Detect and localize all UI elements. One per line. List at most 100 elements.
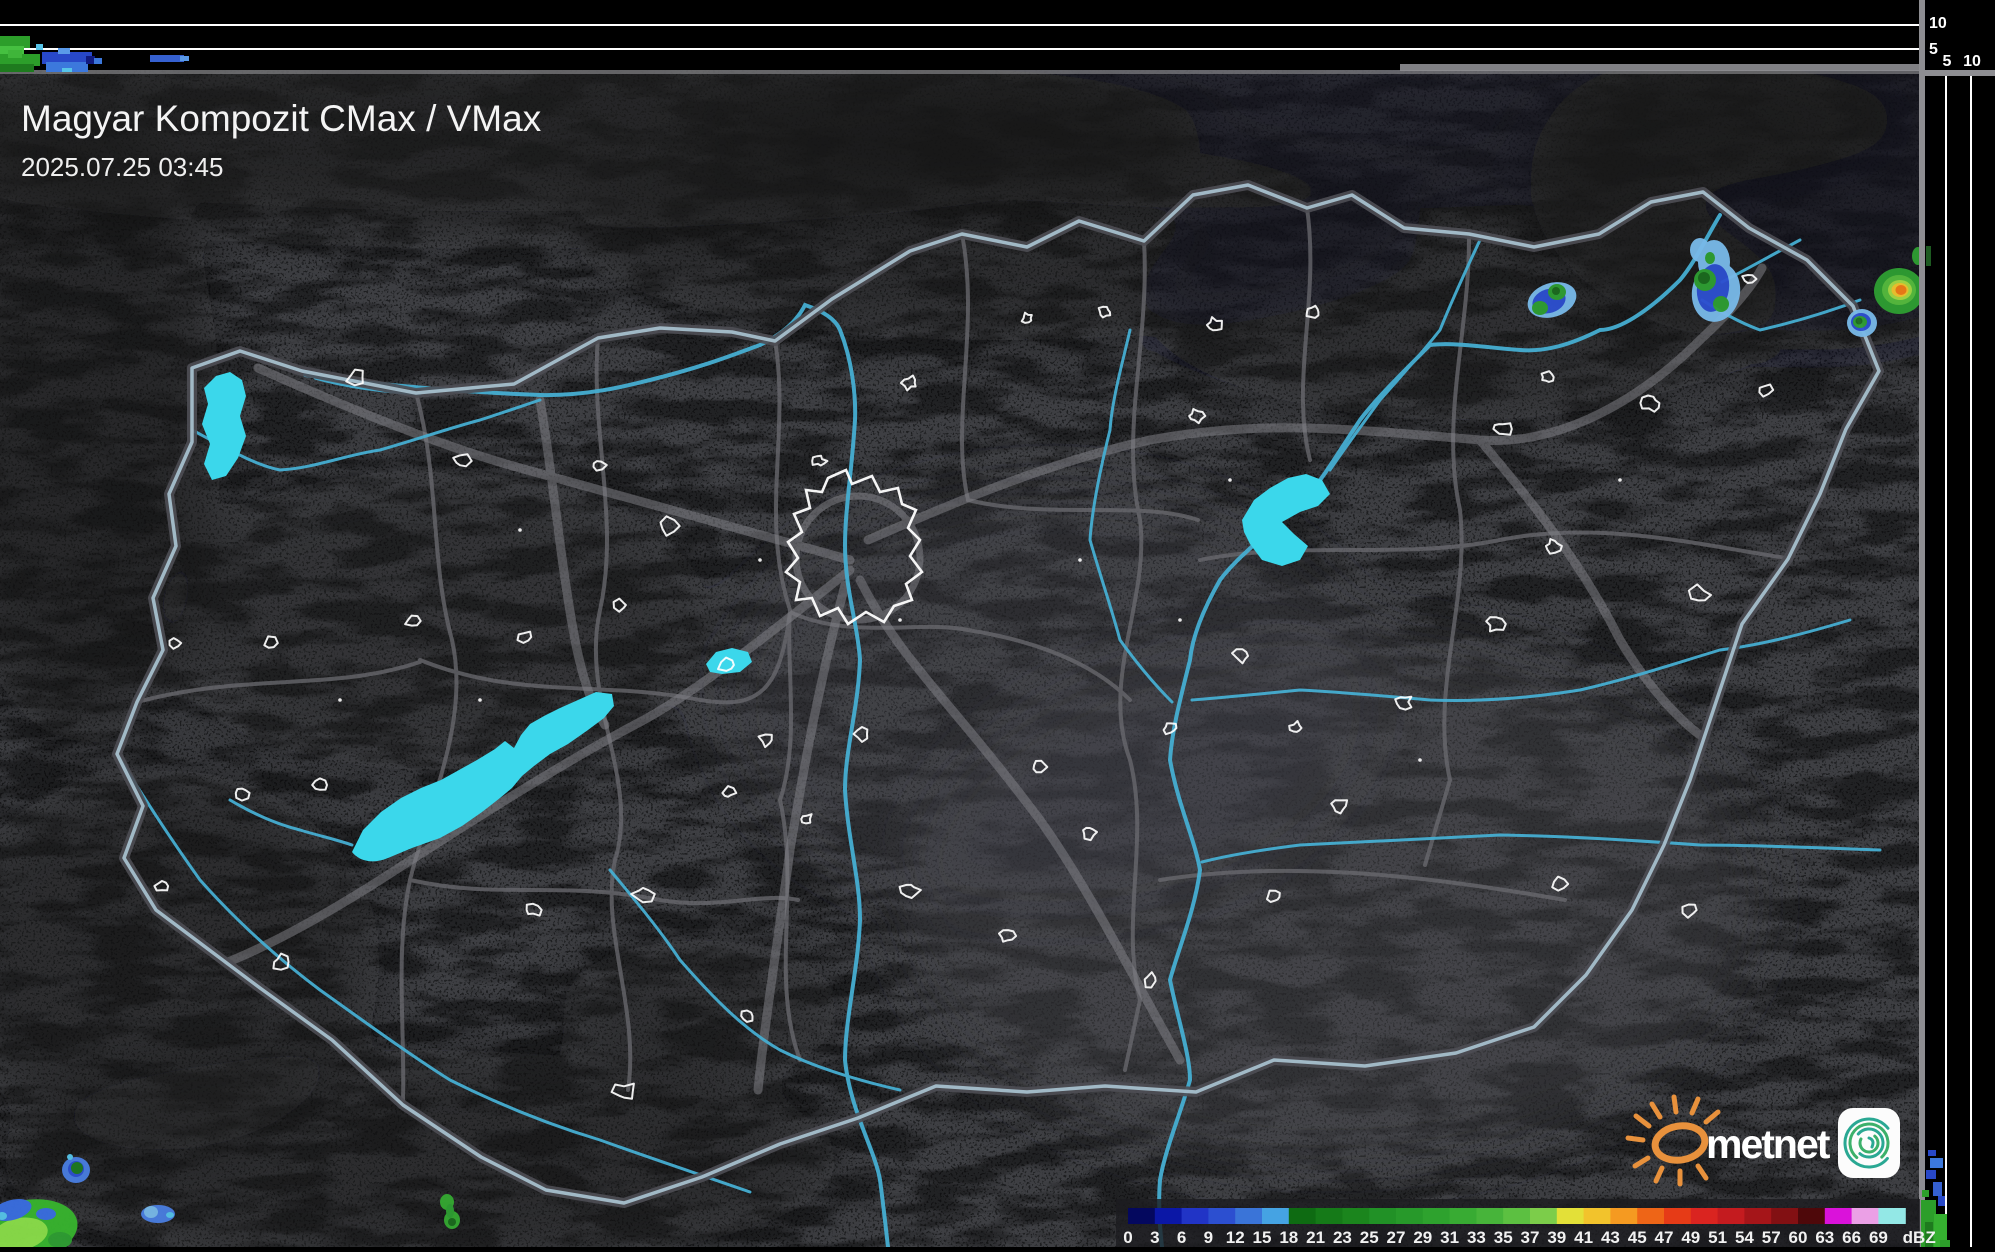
colorbar-label: 63 bbox=[1815, 1228, 1834, 1247]
colorbar-swatch bbox=[1878, 1208, 1906, 1224]
colorbar-swatch bbox=[1315, 1208, 1343, 1224]
colorbar-label: 37 bbox=[1521, 1228, 1540, 1247]
colorbar-label: 15 bbox=[1253, 1228, 1272, 1247]
profile-echo-pixel bbox=[8, 50, 22, 58]
colorbar-swatch bbox=[1717, 1208, 1745, 1224]
echo-shape bbox=[1532, 301, 1548, 315]
echo-shape bbox=[36, 1208, 56, 1220]
colorbar-label: 49 bbox=[1681, 1228, 1700, 1247]
colorbar-swatch bbox=[1342, 1208, 1370, 1224]
profile-echo-pixel bbox=[94, 58, 102, 64]
profile-echo-pixel bbox=[0, 64, 34, 72]
colorbar-swatch bbox=[1262, 1208, 1290, 1224]
colorbar-swatch bbox=[1664, 1208, 1692, 1224]
colorbar-swatch bbox=[1449, 1208, 1477, 1224]
profile-echo-pixel bbox=[150, 55, 184, 62]
colorbar-label: 35 bbox=[1494, 1228, 1513, 1247]
echo-shape bbox=[1895, 285, 1907, 295]
colorbar-swatch bbox=[1503, 1208, 1531, 1224]
colorbar-swatch bbox=[1690, 1208, 1719, 1224]
top-axis-label-5: 5 bbox=[1929, 41, 1938, 58]
colorbar-swatch bbox=[1208, 1208, 1236, 1224]
echo-shape bbox=[144, 1206, 158, 1218]
right-axis-label-5: 5 bbox=[1943, 53, 1952, 70]
colorbar-label: 3 bbox=[1150, 1228, 1159, 1247]
echo-sw-cell-3 bbox=[141, 1205, 175, 1223]
town-dot bbox=[1228, 478, 1232, 482]
profile-echo-pixel bbox=[1926, 246, 1931, 266]
colorbar-label: 57 bbox=[1762, 1228, 1781, 1247]
colorbar-swatch bbox=[1181, 1208, 1209, 1224]
colorbar-panel: 0 3 6 9 12 15 18 21 23 25 27 29 31 33 35 37 39 41 43 45 47 49… bbox=[1116, 1199, 1936, 1247]
colorbar-swatch bbox=[1824, 1208, 1853, 1224]
profile-echo-pixel bbox=[1928, 1150, 1936, 1156]
town-dot bbox=[518, 528, 522, 532]
colorbar-swatch bbox=[1128, 1208, 1156, 1224]
right-profile-panel bbox=[1925, 0, 1995, 1247]
profile-echo-pixel bbox=[1938, 1196, 1945, 1206]
echo-shape bbox=[1705, 252, 1715, 264]
colorbar-swatch bbox=[1288, 1208, 1317, 1224]
radar-map-canvas: 10 5 5 10 Magyar Kompozit CMax / VMax 20… bbox=[0, 0, 1995, 1247]
colorbar-swatch bbox=[1744, 1208, 1772, 1224]
colorbar-swatch bbox=[1530, 1208, 1558, 1224]
profile-echo-pixel bbox=[86, 56, 95, 64]
echo-shape bbox=[1552, 287, 1560, 295]
colorbar-swatch bbox=[1798, 1208, 1826, 1224]
colorbar-swatch bbox=[1369, 1208, 1397, 1224]
colorbar-unit: dBZ bbox=[1903, 1228, 1936, 1247]
colorbar-label: 21 bbox=[1306, 1228, 1325, 1247]
radar-composite-screen: 10 5 5 10 Magyar Kompozit CMax / VMax 20… bbox=[0, 0, 1995, 1247]
colorbar-label: 47 bbox=[1655, 1228, 1674, 1247]
echo-shape bbox=[67, 1154, 73, 1160]
top-panel-baseline bbox=[1400, 64, 1920, 71]
town-dot bbox=[1418, 758, 1422, 762]
town-dot bbox=[478, 698, 482, 702]
colorbar-swatch bbox=[1235, 1208, 1263, 1224]
colorbar-swatch bbox=[1771, 1208, 1799, 1224]
logo-text: metnet bbox=[1706, 1121, 1831, 1167]
colorbar-label: 25 bbox=[1360, 1228, 1379, 1247]
colorbar-label: 69 bbox=[1869, 1228, 1888, 1247]
echo-shape bbox=[1713, 296, 1729, 312]
timestamp: 2025.07.25 03:45 bbox=[21, 152, 223, 182]
page-title: Magyar Kompozit CMax / VMax bbox=[21, 98, 542, 139]
colorbar-label: 0 bbox=[1123, 1228, 1132, 1247]
colorbar-swatch bbox=[1610, 1208, 1638, 1224]
colorbar-label: 66 bbox=[1842, 1228, 1861, 1247]
colorbar-swatch bbox=[1637, 1208, 1665, 1224]
colorbar-label: 45 bbox=[1628, 1228, 1647, 1247]
town-dot bbox=[1078, 558, 1082, 562]
echo-east-strong-cell bbox=[1874, 268, 1920, 314]
top-axis-label-10: 10 bbox=[1929, 15, 1947, 32]
echo-shape bbox=[166, 1212, 174, 1218]
colorbar-swatch bbox=[1154, 1208, 1183, 1224]
town-dot bbox=[758, 558, 762, 562]
echo-shape bbox=[1698, 272, 1710, 284]
profile-echo-pixel bbox=[62, 68, 72, 72]
colorbar-label: 60 bbox=[1789, 1228, 1808, 1247]
profile-echo-pixel bbox=[180, 56, 189, 61]
colorbar-label: 54 bbox=[1735, 1228, 1754, 1247]
colorbar-label: 23 bbox=[1333, 1228, 1352, 1247]
corner-baseline bbox=[1925, 70, 1995, 76]
echo-shape bbox=[446, 1204, 454, 1218]
town-dot bbox=[1178, 618, 1182, 622]
colorbar-swatch bbox=[1422, 1208, 1451, 1224]
colorbar-label: 18 bbox=[1279, 1228, 1298, 1247]
panel-separator bbox=[1919, 0, 1925, 1247]
profile-echo-pixel bbox=[1940, 1240, 1950, 1247]
colorbar-swatch bbox=[1476, 1208, 1504, 1224]
map-area bbox=[0, 70, 1920, 1247]
echo-east-cell-2 bbox=[1847, 309, 1877, 337]
profile-echo-pixel bbox=[1930, 1158, 1943, 1168]
town-dot bbox=[898, 618, 902, 622]
colorbar-swatch bbox=[1583, 1208, 1611, 1224]
colorbar-label: 6 bbox=[1177, 1228, 1186, 1247]
profile-echo-pixel bbox=[1933, 1182, 1942, 1196]
colorbar-label: 41 bbox=[1574, 1228, 1593, 1247]
colorbar-label: 39 bbox=[1547, 1228, 1566, 1247]
colorbar-label: 29 bbox=[1413, 1228, 1432, 1247]
echo-shape bbox=[71, 1162, 83, 1174]
right-axis-label-10: 10 bbox=[1963, 53, 1981, 70]
